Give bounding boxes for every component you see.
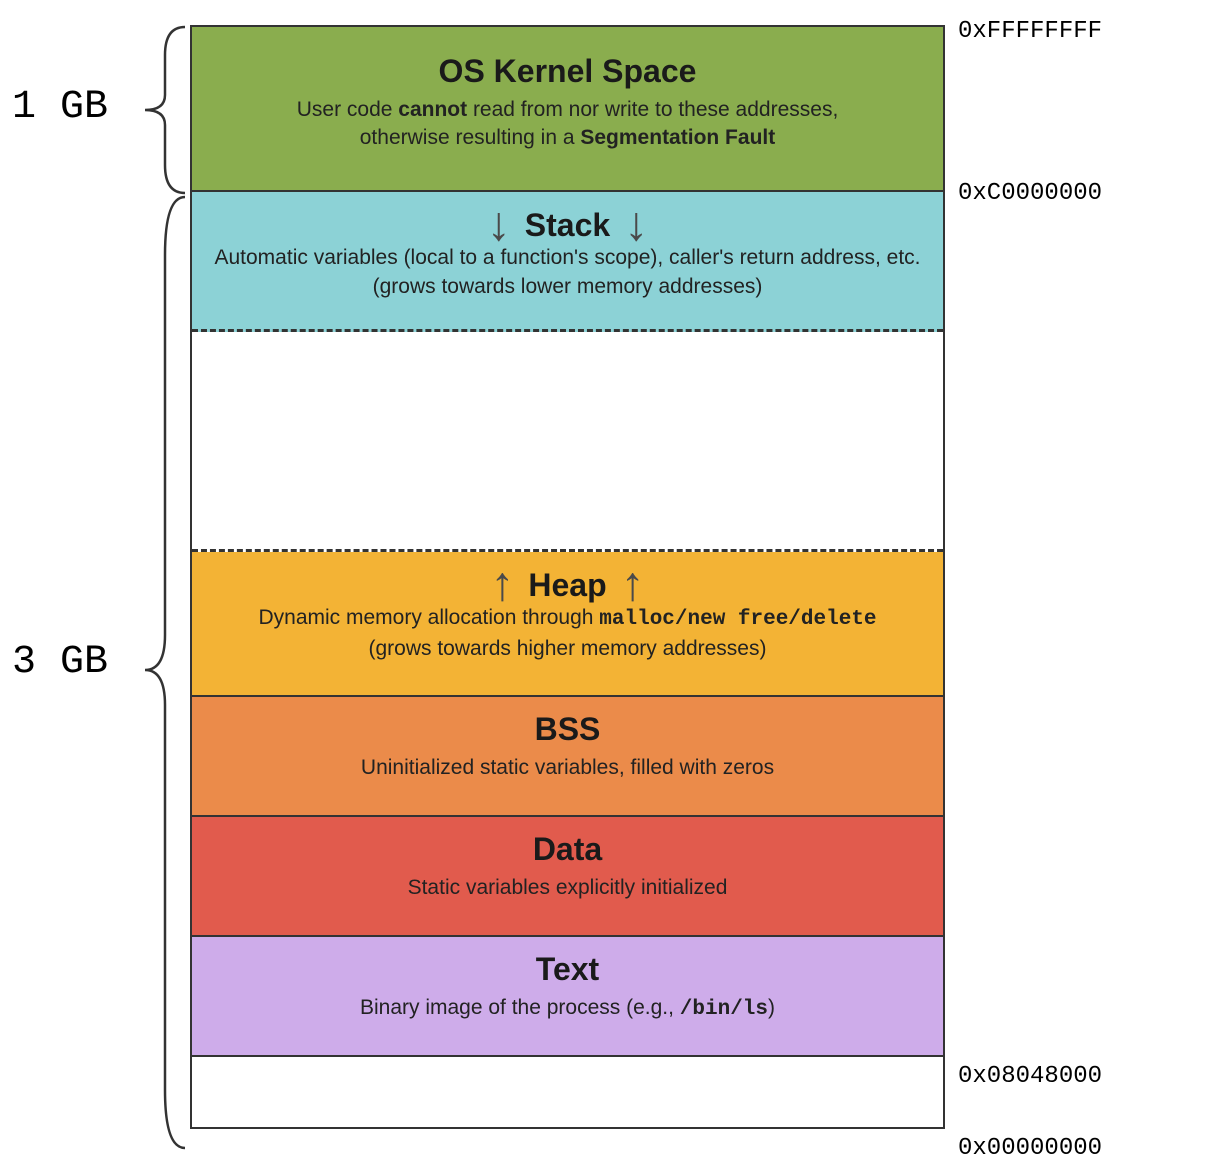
data-desc: Static variables explicitly initialized: [212, 874, 923, 902]
text-desc-mono: /bin/ls: [680, 998, 768, 1021]
addr-text-base: 0x08048000: [958, 1063, 1102, 1090]
heap-desc-line2: (grows towards higher memory addresses): [369, 637, 767, 660]
segment-reserved-low: [192, 1057, 943, 1127]
heap-desc-pre: Dynamic memory allocation through: [258, 606, 599, 629]
kernel-desc: User code cannot read from nor write to …: [212, 96, 923, 153]
heap-title: Heap: [528, 567, 606, 604]
data-title: Data: [212, 831, 923, 868]
stack-desc-line2: (grows towards lower memory addresses): [373, 275, 763, 298]
addr-bottom: 0x00000000: [958, 1135, 1102, 1162]
stack-title: Stack: [525, 207, 610, 244]
arrow-down-icon: ↓: [487, 206, 511, 244]
stack-desc: Automatic variables (local to a function…: [212, 244, 923, 301]
user-size-label: 3 GB: [12, 640, 108, 685]
arrow-up-icon: ↑: [490, 566, 514, 604]
segment-kernel: OS Kernel Space User code cannot read fr…: [192, 27, 943, 192]
text-desc-post: ): [768, 996, 775, 1019]
segment-heap: ↑ Heap ↑ Dynamic memory allocation throu…: [192, 552, 943, 697]
segment-unmapped-gap: [192, 332, 943, 552]
brace-kernel: [135, 25, 190, 195]
kernel-size-label: 1 GB: [12, 85, 108, 130]
addr-kernel-base: 0xC0000000: [958, 180, 1102, 207]
kernel-desc-segfault: Segmentation Fault: [580, 126, 775, 149]
bss-title: BSS: [212, 711, 923, 748]
segment-stack: ↓ Stack ↓ Automatic variables (local to …: [192, 192, 943, 332]
text-desc: Binary image of the process (e.g., /bin/…: [212, 994, 923, 1024]
addr-top: 0xFFFFFFFF: [958, 18, 1102, 45]
kernel-title: OS Kernel Space: [212, 53, 923, 90]
kernel-desc-pre: User code: [297, 98, 399, 121]
arrow-down-icon: ↓: [624, 206, 648, 244]
memory-layout-diagram: OS Kernel Space User code cannot read fr…: [190, 25, 945, 1129]
segment-text: Text Binary image of the process (e.g., …: [192, 937, 943, 1057]
heap-desc: Dynamic memory allocation through malloc…: [212, 604, 923, 663]
segment-bss: BSS Uninitialized static variables, fill…: [192, 697, 943, 817]
segment-data: Data Static variables explicitly initial…: [192, 817, 943, 937]
bss-desc: Uninitialized static variables, filled w…: [212, 754, 923, 782]
brace-user: [135, 195, 190, 1155]
kernel-desc-cannot: cannot: [398, 98, 467, 121]
stack-desc-line1: Automatic variables (local to a function…: [214, 246, 920, 269]
text-desc-pre: Binary image of the process (e.g.,: [360, 996, 680, 1019]
text-title: Text: [212, 951, 923, 988]
heap-desc-mono: malloc/new free/delete: [599, 608, 876, 631]
arrow-up-icon: ↑: [621, 566, 645, 604]
